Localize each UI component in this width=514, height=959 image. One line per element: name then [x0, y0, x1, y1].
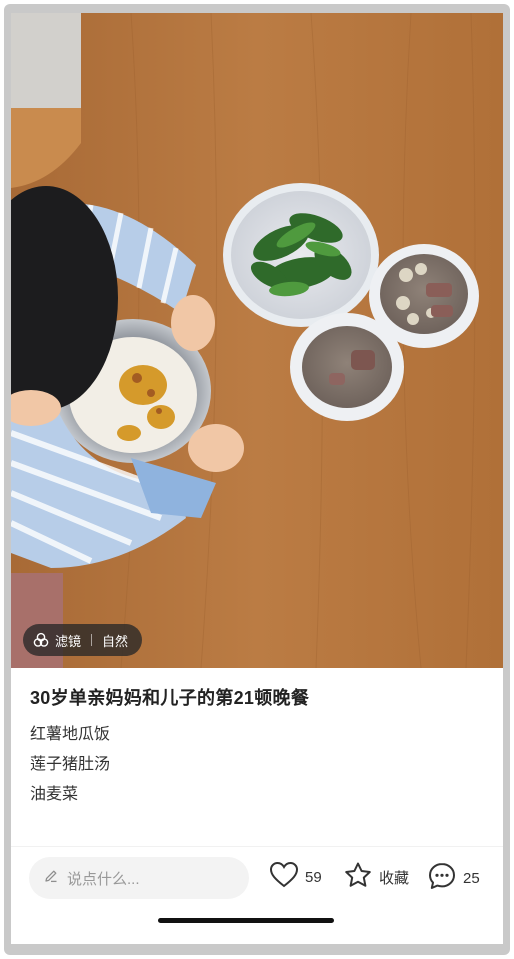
bottom-action-bar: 说点什么... 59 收藏 25 — [11, 846, 503, 916]
like-count: 59 — [305, 868, 322, 886]
home-indicator — [158, 918, 334, 923]
post-content: 30岁单亲妈妈和儿子的第21顿晚餐 红薯地瓜饭 莲子猪肚汤 油麦菜 — [11, 668, 503, 858]
filter-icon — [33, 632, 49, 648]
filter-label: 滤镜 — [55, 633, 82, 649]
star-icon — [343, 861, 373, 893]
comment-button[interactable]: 25 — [427, 861, 480, 895]
filter-value: 自然 — [102, 633, 129, 649]
post-photo[interactable]: 滤镜 自然 — [11, 13, 503, 668]
favorite-button[interactable]: 收藏 — [343, 861, 409, 893]
post-detail-screen: 滤镜 自然 30岁单亲妈妈和儿子的第21顿晚餐 红薯地瓜饭 莲子猪肚汤 油麦菜 … — [11, 13, 503, 944]
heart-icon — [269, 861, 299, 893]
filter-divider — [91, 634, 93, 646]
comment-input[interactable]: 说点什么... — [29, 857, 249, 899]
post-title: 30岁单亲妈妈和儿子的第21顿晚餐 — [30, 688, 310, 708]
dinner-photo-illustration — [11, 13, 503, 668]
post-line: 红薯地瓜饭 — [30, 726, 111, 743]
pencil-icon — [43, 868, 59, 888]
comment-count: 25 — [463, 869, 480, 887]
comment-bubble-icon — [427, 861, 457, 895]
post-line: 莲子猪肚汤 — [30, 756, 111, 773]
post-body: 红薯地瓜饭 莲子猪肚汤 油麦菜 — [30, 720, 110, 810]
comment-placeholder: 说点什么... — [67, 870, 140, 888]
post-line: 油麦菜 — [30, 786, 79, 803]
favorite-label: 收藏 — [379, 869, 410, 887]
like-button[interactable]: 59 — [269, 861, 322, 893]
filter-chip[interactable]: 滤镜 自然 — [23, 624, 143, 656]
